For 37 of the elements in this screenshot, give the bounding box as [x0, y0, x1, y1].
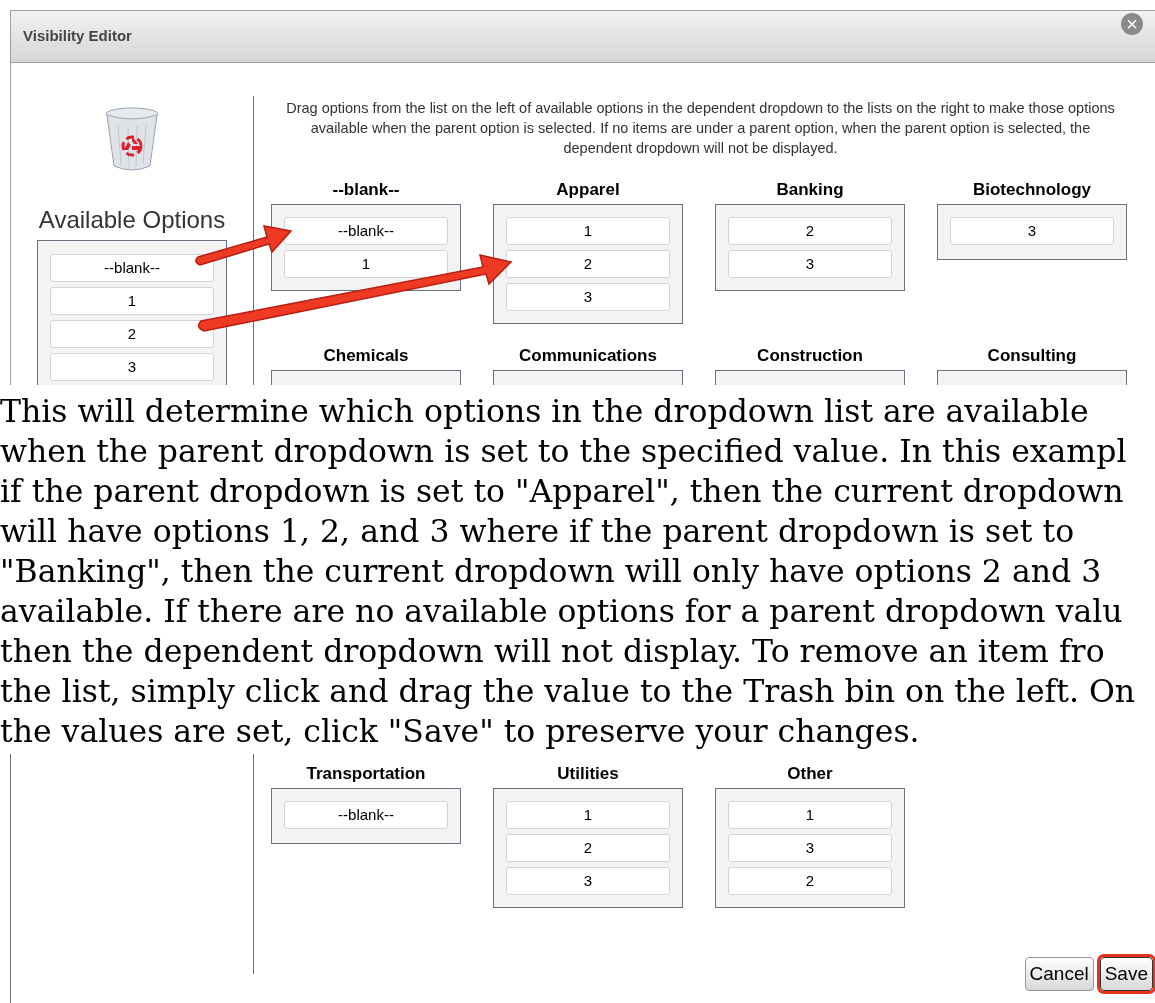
- instructions-text: Drag options from the list on the left of available options in the dependent dropdown to the lists on the right to make those options available when the parent option is selected. If no items are under a parent option, when the parent option is selected, the dependent dropdown will not be displayed.: [285, 99, 1116, 158]
- group-heading: Consulting: [987, 346, 1077, 367]
- group-heading: Construction: [757, 346, 863, 367]
- option-item[interactable]: --blank--: [50, 254, 214, 282]
- group-heading: Utilities: [557, 764, 619, 785]
- option-item[interactable]: 2: [50, 320, 214, 348]
- group-heading: Biotechnology: [972, 180, 1092, 201]
- trash-bin-icon[interactable]: [104, 106, 160, 172]
- dialog-button[interactable]: Save: [1099, 957, 1153, 991]
- option-item[interactable]: 3: [728, 834, 892, 862]
- group-heading: Banking: [776, 180, 844, 201]
- option-item[interactable]: 2: [728, 867, 892, 895]
- dialog-button[interactable]: Cancel: [1024, 957, 1094, 991]
- option-item[interactable]: 3: [50, 353, 214, 381]
- option-item[interactable]: 1: [728, 801, 892, 829]
- option-item[interactable]: 1: [284, 250, 448, 278]
- option-item[interactable]: 3: [506, 283, 670, 311]
- option-item[interactable]: 2: [506, 834, 670, 862]
- option-item[interactable]: --blank--: [284, 801, 448, 829]
- group-heading: Apparel: [556, 180, 620, 201]
- group-heading: Other: [787, 764, 833, 785]
- option-item[interactable]: 3: [950, 217, 1114, 245]
- option-item[interactable]: --blank--: [284, 217, 448, 245]
- group-heading: Transportation: [306, 764, 426, 785]
- option-item[interactable]: 1: [506, 801, 670, 829]
- group-heading: Chemicals: [323, 346, 409, 367]
- option-item[interactable]: 2: [506, 250, 670, 278]
- available-options-title: Available Options: [38, 205, 226, 235]
- option-item[interactable]: 1: [50, 287, 214, 315]
- group-heading: --blank--: [332, 180, 400, 201]
- option-item[interactable]: 2: [728, 217, 892, 245]
- option-item[interactable]: 3: [506, 867, 670, 895]
- group-heading: Communications: [519, 346, 657, 367]
- body-paragraph: This will determine which options in the dropdown list are available when the parent dropdown is set to the specified value. In this exampl if the parent dropdown is set to "Apparel", then the current dropdown will have options 1, 2, and 3 where if the parent dropdown is set to "Banking", then the current dropdown will only have options 2 and 3 available. If there are no available options for a parent dropdown valu then the dependent dropdown will not display. To remove an item fro the list, simply click and drag the value to the Trash bin on the left. On the values are set, click "Save" to preserve your changes.: [0, 392, 1137, 751]
- option-item[interactable]: 1: [506, 217, 670, 245]
- option-item[interactable]: 3: [728, 250, 892, 278]
- dialog-title: Visibility Editor: [23, 26, 132, 47]
